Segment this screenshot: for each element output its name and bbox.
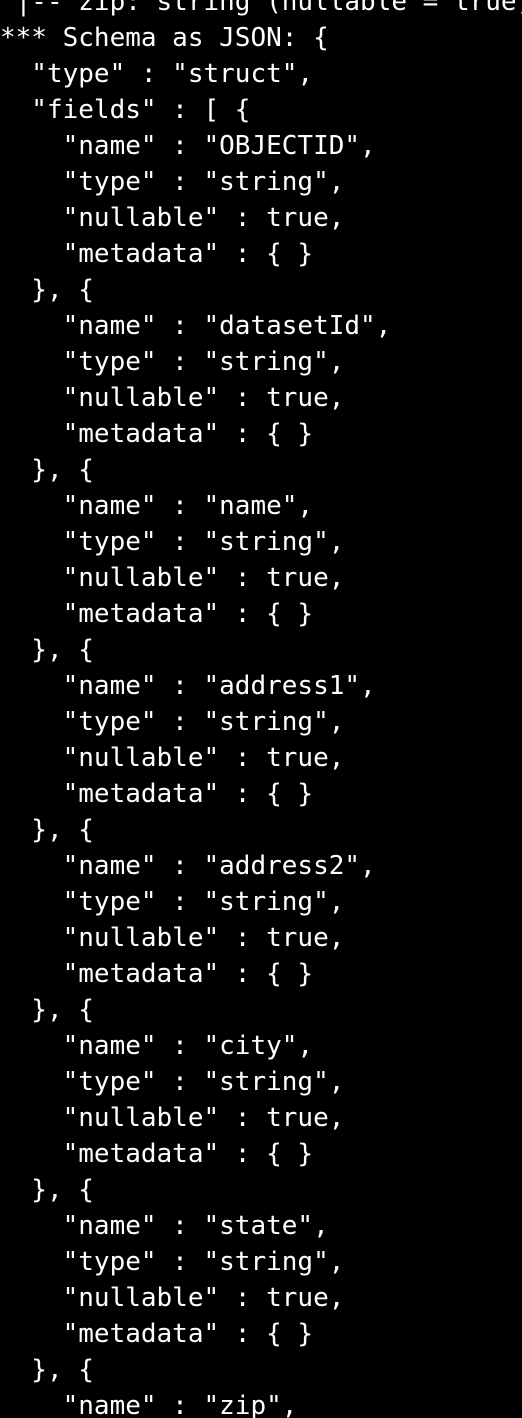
terminal-line: "type" : "string", <box>0 1247 345 1277</box>
terminal-line: "metadata" : { } <box>0 959 314 989</box>
terminal-line: }, { <box>0 1355 94 1385</box>
terminal-line: "metadata" : { } <box>0 1319 314 1349</box>
terminal-line: "name" : "name", <box>0 491 314 521</box>
terminal-line: "metadata" : { } <box>0 239 314 269</box>
terminal-line: "name" : "OBJECTID", <box>0 131 376 161</box>
terminal-line: "metadata" : { } <box>0 1139 314 1169</box>
terminal-line: }, { <box>0 635 94 665</box>
terminal-line: "name" : "datasetId", <box>0 311 392 341</box>
terminal-line: }, { <box>0 815 94 845</box>
terminal-line: "nullable" : true, <box>0 923 345 953</box>
terminal-line: "nullable" : true, <box>0 563 345 593</box>
terminal-line: "type" : "string", <box>0 167 345 197</box>
terminal-line: "name" : "address1", <box>0 671 376 701</box>
terminal-line: |-- zip: string (nullable = true) <box>0 0 522 17</box>
terminal-line: }, { <box>0 455 94 485</box>
terminal-line: }, { <box>0 275 94 305</box>
terminal-line: "metadata" : { } <box>0 779 314 809</box>
terminal-line: }, { <box>0 995 94 1025</box>
terminal-line: }, { <box>0 1175 94 1205</box>
terminal-line: "nullable" : true, <box>0 203 345 233</box>
terminal-line: "name" : "address2", <box>0 851 376 881</box>
terminal-line: *** Schema as JSON: { <box>0 23 329 53</box>
terminal-line: "metadata" : { } <box>0 419 314 449</box>
terminal-line: "type" : "string", <box>0 707 345 737</box>
terminal-line: "name" : "zip", <box>0 1391 298 1418</box>
terminal-line: "name" : "city", <box>0 1031 314 1061</box>
terminal-line: "type" : "struct", <box>0 59 314 89</box>
terminal-line: "name" : "state", <box>0 1211 329 1241</box>
terminal-line: "type" : "string", <box>0 1067 345 1097</box>
terminal-line: "type" : "string", <box>0 347 345 377</box>
terminal-line: "metadata" : { } <box>0 599 314 629</box>
terminal-output[interactable]: |-- zip: string (nullable = true) *** Sch… <box>0 0 522 1418</box>
terminal-line: "type" : "string", <box>0 527 345 557</box>
terminal-line: "nullable" : true, <box>0 383 345 413</box>
terminal-line: "nullable" : true, <box>0 1283 345 1313</box>
terminal-line: "nullable" : true, <box>0 1103 345 1133</box>
terminal-line: "fields" : [ { <box>0 95 251 125</box>
terminal-line: "type" : "string", <box>0 887 345 917</box>
terminal-line: "nullable" : true, <box>0 743 345 773</box>
